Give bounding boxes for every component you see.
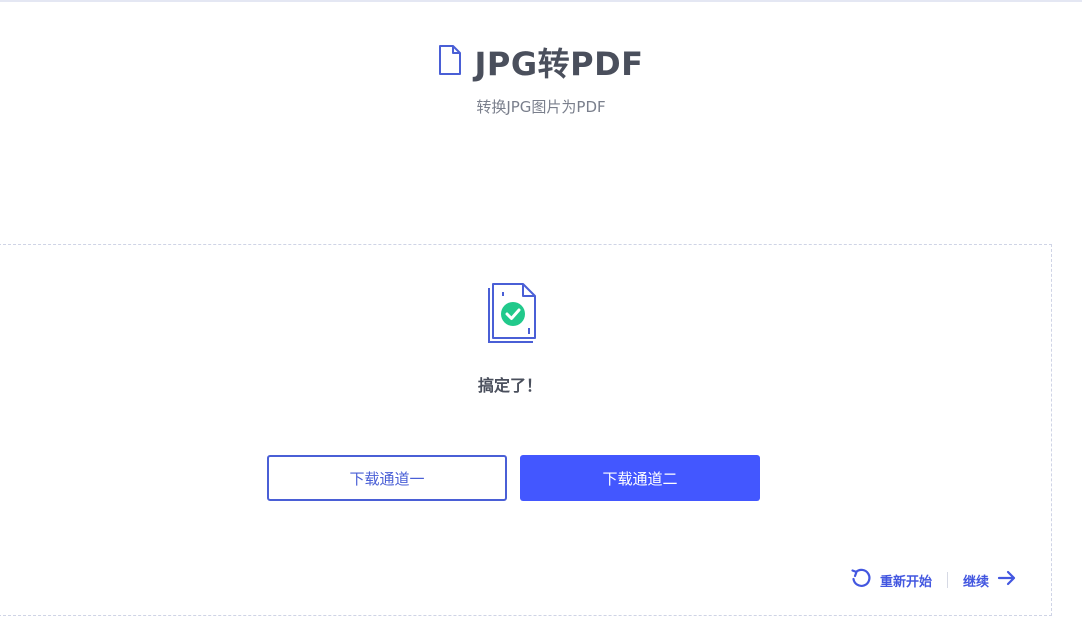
page-header: JPG转PDF 转换JPG图片为PDF	[0, 40, 1082, 117]
file-done-icon	[485, 282, 541, 346]
footer-actions: 重新开始 继续	[850, 568, 1017, 592]
document-icon	[438, 45, 462, 79]
success-message: 搞定了！	[477, 376, 542, 395]
arrow-right-icon	[997, 569, 1017, 591]
restart-button[interactable]: 重新开始	[850, 567, 932, 593]
continue-button[interactable]: 继续	[963, 569, 1017, 591]
restart-label: 重新开始	[880, 574, 933, 590]
page-title: JPG转PDF	[474, 45, 644, 83]
restart-icon	[850, 567, 872, 593]
top-border	[0, 0, 1082, 2]
page-subtitle: 转换JPG图片为PDF	[476, 98, 606, 116]
continue-label: 继续	[963, 574, 990, 590]
download-channel-two-button[interactable]: 下载通道二	[520, 455, 760, 501]
action-divider	[947, 572, 949, 588]
title-row: JPG转PDF	[438, 40, 643, 84]
download-channel-one-button[interactable]: 下载通道一	[267, 455, 507, 501]
